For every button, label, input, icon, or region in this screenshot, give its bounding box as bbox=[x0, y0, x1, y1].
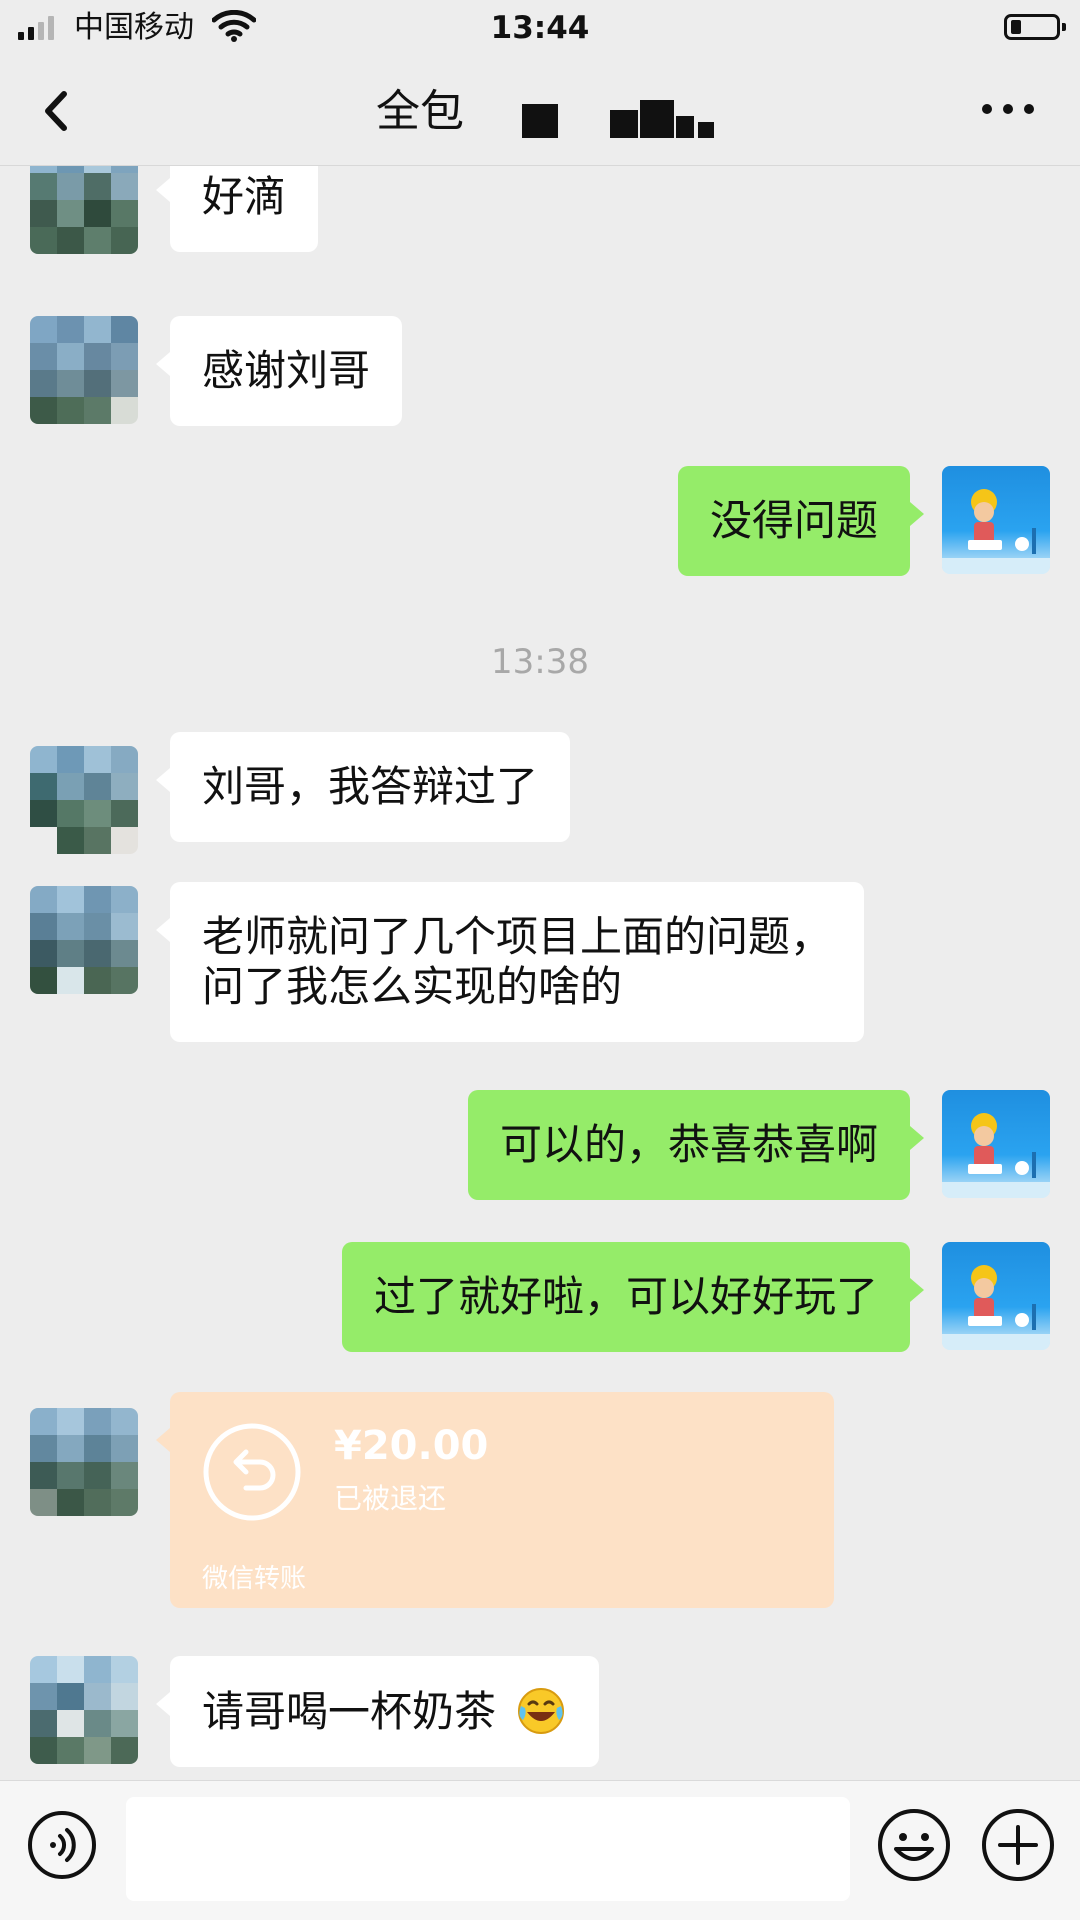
message-text: 请哥喝一杯奶茶 bbox=[202, 1687, 497, 1736]
user-avatar[interactable] bbox=[942, 1242, 1050, 1350]
contact-avatar[interactable] bbox=[30, 1408, 138, 1516]
redaction-block bbox=[522, 104, 558, 138]
battery-icon bbox=[1004, 14, 1066, 40]
message-text: 过了就好啦，可以好好玩了 bbox=[373, 1272, 878, 1321]
transfer-card[interactable]: ¥20.00 已被退还 微信转账 bbox=[156, 1392, 834, 1608]
contact-avatar[interactable] bbox=[30, 166, 138, 254]
contact-avatar[interactable] bbox=[30, 886, 138, 994]
chat-header: 全包 bbox=[0, 56, 1080, 166]
emoji-icon[interactable] bbox=[876, 1807, 952, 1883]
message-bubble[interactable]: 老师就问了几个项目上面的问题， 问了我怎么实现的啥的 bbox=[155, 882, 865, 1042]
message-bubble[interactable]: 请哥喝一杯奶茶 bbox=[155, 1656, 600, 1767]
avatar-illustration bbox=[942, 489, 1050, 574]
clock: 13:44 bbox=[490, 10, 590, 46]
status-bar: 中国移动 13:44 bbox=[0, 0, 1080, 56]
message-text-line: 老师就问了几个项目上面的问题， bbox=[202, 912, 833, 961]
transfer-status: 已被退还 bbox=[334, 1482, 447, 1515]
message-input[interactable] bbox=[126, 1797, 850, 1901]
transfer-label: 微信转账 bbox=[202, 1564, 307, 1594]
voice-icon[interactable] bbox=[26, 1809, 98, 1881]
contact-avatar[interactable] bbox=[30, 746, 138, 854]
message-bubble[interactable]: 感谢刘哥 bbox=[155, 316, 403, 426]
plus-icon[interactable] bbox=[980, 1807, 1056, 1883]
message-list[interactable]: 好滴 感谢刘哥 没得问题 13:38 刘哥，我答辩过了 老师就问了几个项目上面的… bbox=[0, 166, 1080, 1780]
user-avatar[interactable] bbox=[942, 466, 1050, 574]
message-text-line: 问了我怎么实现的啥的 bbox=[202, 962, 623, 1011]
user-avatar[interactable] bbox=[942, 1090, 1050, 1198]
message-bubble[interactable]: 可以的，恭喜恭喜啊 bbox=[467, 1090, 925, 1200]
message-bubble[interactable]: 没得问题 bbox=[677, 466, 925, 576]
transfer-amount: ¥20.00 bbox=[334, 1423, 489, 1469]
refund-arrow-icon bbox=[203, 1423, 301, 1521]
message-text: 没得问题 bbox=[709, 496, 878, 545]
message-bubble[interactable]: 好滴 bbox=[155, 166, 319, 252]
redaction-block bbox=[610, 110, 638, 138]
contact-avatar[interactable] bbox=[30, 316, 138, 424]
avatar-illustration bbox=[942, 1265, 1050, 1350]
message-timestamp: 13:38 bbox=[491, 642, 589, 682]
chat-title: 全包 bbox=[376, 86, 464, 137]
back-arrow-icon[interactable] bbox=[38, 86, 78, 136]
message-text: 感谢刘哥 bbox=[202, 346, 371, 395]
laughing-emoji-icon bbox=[518, 1688, 565, 1734]
input-bar bbox=[0, 1780, 1080, 1920]
more-icon[interactable] bbox=[982, 104, 1034, 118]
contact-avatar[interactable] bbox=[30, 1656, 138, 1764]
message-text: 刘哥，我答辩过了 bbox=[202, 762, 539, 811]
avatar-illustration bbox=[942, 1113, 1050, 1198]
redaction-block bbox=[698, 122, 714, 138]
message-text: 可以的，恭喜恭喜啊 bbox=[499, 1120, 878, 1169]
message-text: 好滴 bbox=[202, 172, 287, 221]
message-bubble[interactable]: 过了就好啦，可以好好玩了 bbox=[341, 1242, 925, 1352]
redaction-block bbox=[640, 100, 674, 138]
redaction-block bbox=[676, 116, 694, 138]
message-bubble[interactable]: 刘哥，我答辩过了 bbox=[155, 732, 571, 842]
